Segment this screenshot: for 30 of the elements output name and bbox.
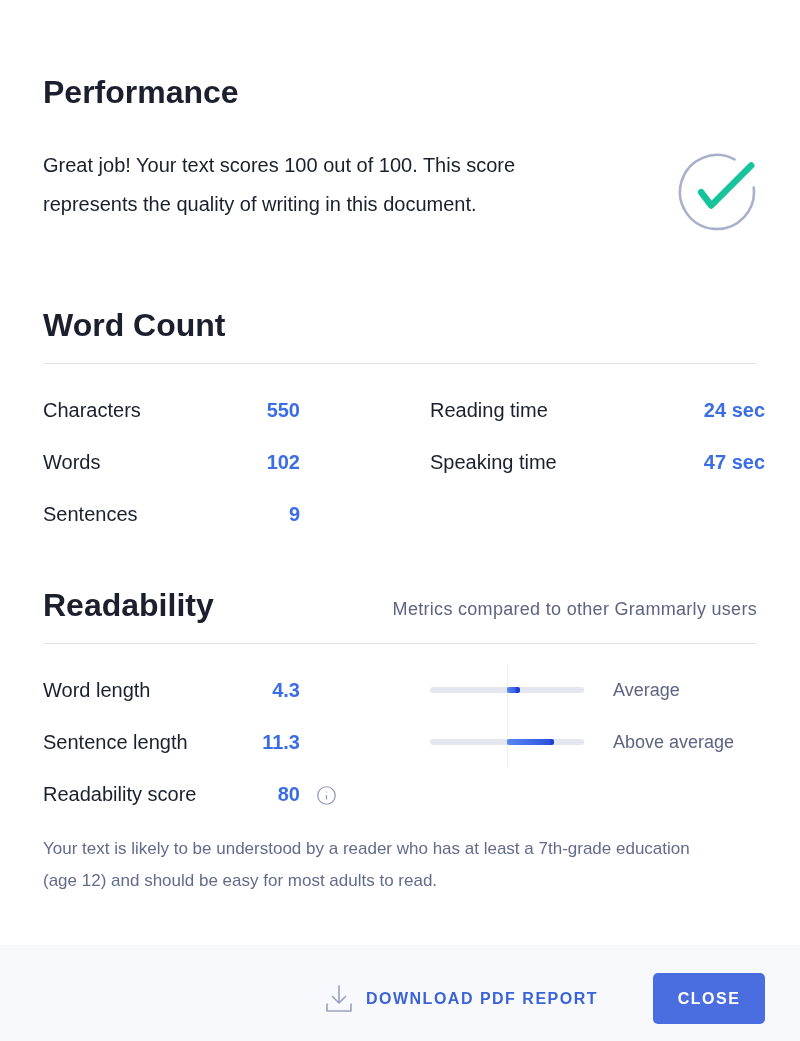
metric-value: 4.3 — [272, 678, 300, 703]
stat-label: Characters — [43, 398, 141, 423]
stat-label: Speaking time — [430, 450, 557, 475]
stat-value: 47 sec — [703, 450, 765, 475]
stat-value: 24 sec — [703, 398, 765, 423]
score-message: Great job! Your text scores 100 out of 100. This score represents the quality of writing in this document. — [43, 153, 517, 217]
metric-label: Word length — [43, 678, 151, 703]
stat-value: 550 — [266, 398, 300, 423]
metric-label: Sentence length — [43, 730, 188, 755]
section-title: Word Count — [43, 306, 226, 345]
stat-label: Sentences — [43, 502, 138, 527]
stat-value: 102 — [266, 450, 300, 475]
metric-value: 11.3 — [262, 730, 300, 755]
comparison-bar-fill — [507, 739, 552, 745]
stat-value: 9 — [288, 502, 300, 527]
section-title: Performance — [43, 73, 240, 112]
download-icon — [325, 985, 352, 1012]
section-title: Readability — [43, 586, 214, 625]
rating-label: Average — [613, 678, 680, 702]
metric-value: 80 — [277, 782, 300, 807]
close-button[interactable]: CLOSE — [653, 973, 765, 1024]
readability-description: Your text is likely to be understood by a reader who has at least a 7th-grade education (age 12) and should be easy for most adults to read. — [43, 838, 691, 892]
section-subtitle: Metrics compared to other Grammarly users — [392, 598, 757, 621]
rating-label: Above average — [613, 730, 735, 754]
check-circle-icon — [677, 152, 757, 232]
stat-label: Words — [43, 450, 101, 475]
stat-label: Reading time — [430, 398, 548, 423]
info-icon[interactable] — [316, 784, 337, 806]
download-report-link[interactable]: DOWNLOAD PDF REPORT — [325, 973, 598, 1024]
metric-label: Readability score — [43, 782, 197, 807]
